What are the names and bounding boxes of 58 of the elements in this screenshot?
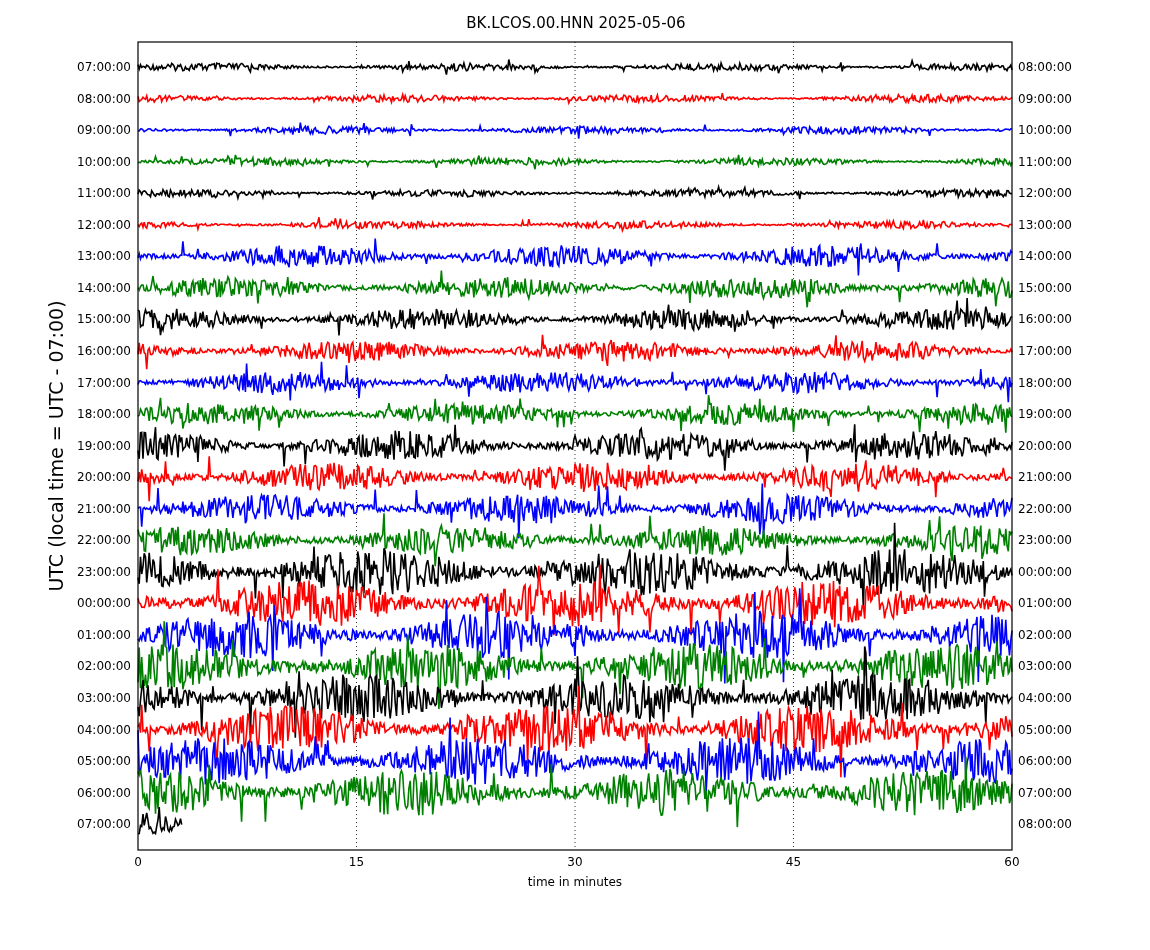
y-tick-label: 19:00:00 [1018,406,1072,421]
y-tick-label: 07:00:00 [77,59,131,74]
x-tick-label: 60 [1004,854,1020,869]
y-tick-label: 18:00:00 [77,406,131,421]
x-tick-label: 15 [348,854,365,869]
y-tick-label: 12:00:00 [1018,185,1072,200]
y-tick-label: 09:00:00 [77,122,131,137]
y-tick-label: 23:00:00 [1018,532,1072,547]
y-tick-label: 05:00:00 [77,753,131,768]
y-tick-label: 14:00:00 [1018,248,1072,263]
y-tick-label: 00:00:00 [1018,564,1072,579]
x-tick-label: 45 [785,854,802,869]
y-tick-label: 01:00:00 [77,627,131,642]
y-tick-label: 08:00:00 [1018,816,1072,831]
y-tick-label: 09:00:00 [1018,91,1072,106]
x-tick-label: 0 [134,854,142,869]
y-tick-label: 22:00:00 [77,532,131,547]
y-tick-label: 21:00:00 [1018,469,1072,484]
y-tick-label: 12:00:00 [77,217,131,232]
y-tick-label: 17:00:00 [77,375,131,389]
y-tick-label: 02:00:00 [1018,627,1072,642]
y-tick-label: 10:00:00 [1018,122,1072,137]
chart-title: BK.LCOS.00.HNN 2025-05-06 [466,13,686,34]
y-tick-label: 18:00:00 [1018,375,1072,389]
y-tick-label: 02:00:00 [77,658,131,673]
y-tick-label: 03:00:00 [1018,658,1072,673]
x-tick-label: 30 [567,854,583,869]
y-tick-label: 08:00:00 [1018,59,1072,74]
y-tick-label: 22:00:00 [1018,501,1072,516]
y-tick-label: 07:00:00 [1018,785,1072,800]
y-tick-label: 17:00:00 [1018,343,1072,358]
y-tick-label: 11:00:00 [77,185,131,200]
y-tick-label: 06:00:00 [77,785,131,800]
y-tick-label: 14:00:00 [77,280,131,295]
y-tick-label: 04:00:00 [77,722,131,737]
y-tick-label: 13:00:00 [77,248,131,263]
y-tick-label: 13:00:00 [1018,217,1072,232]
y-tick-label: 05:00:00 [1018,722,1072,737]
y-axis-label: UTC (local time = UTC - 07:00) [45,299,67,592]
y-tick-label: 15:00:00 [77,311,131,326]
y-tick-label: 06:00:00 [1018,753,1072,768]
y-tick-label: 20:00:00 [77,469,131,484]
y-tick-label: 11:00:00 [1018,154,1072,169]
y-tick-label: 07:00:00 [77,816,131,831]
y-tick-label: 20:00:00 [1018,438,1072,453]
y-tick-label: 16:00:00 [77,343,131,358]
y-tick-label: 23:00:00 [77,564,131,579]
y-tick-label: 21:00:00 [77,501,131,516]
x-axis-label: time in minutes [527,874,623,889]
y-tick-label: 19:00:00 [77,438,131,453]
y-tick-label: 15:00:00 [1018,280,1072,295]
y-tick-label: 10:00:00 [77,154,131,169]
y-tick-label: 00:00:00 [77,595,131,610]
y-tick-label: 08:00:00 [77,91,131,106]
y-tick-label: 03:00:00 [77,690,131,705]
y-tick-label: 04:00:00 [1018,690,1072,705]
y-tick-label: 01:00:00 [1018,595,1072,610]
y-tick-label: 16:00:00 [1018,311,1072,326]
